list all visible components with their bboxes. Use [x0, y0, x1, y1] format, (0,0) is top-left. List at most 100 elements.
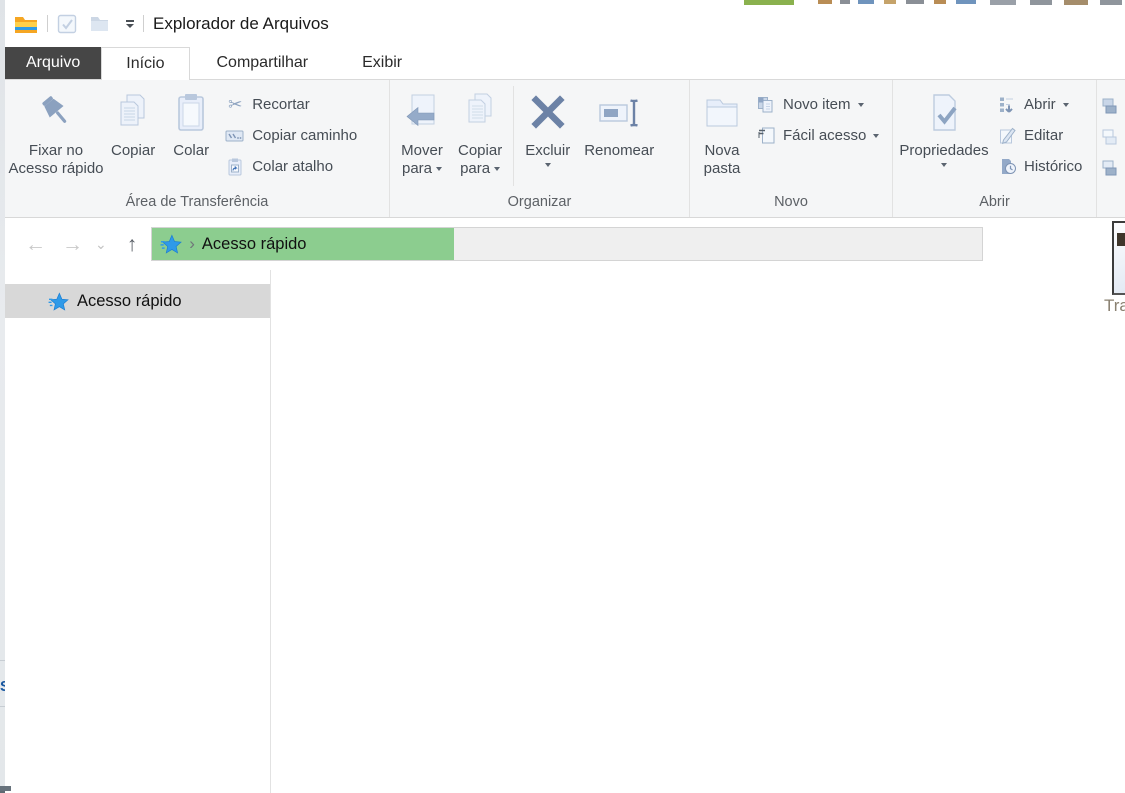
new-item-icon	[756, 95, 776, 114]
content-area: Acesso rápido	[5, 270, 1125, 793]
clipped-popup-content	[1117, 233, 1125, 246]
select-none-button[interactable]	[1097, 122, 1124, 153]
tab-exibir[interactable]: Exibir	[335, 47, 429, 79]
back-button[interactable]: ←	[25, 234, 46, 255]
history-icon	[997, 157, 1017, 176]
move-to-button[interactable]: Mover para	[393, 80, 451, 178]
group-label-organize: Organizar	[507, 194, 572, 210]
forward-button[interactable]: →	[62, 234, 83, 255]
group-label-clipboard: Área de Transferência	[125, 194, 269, 210]
ribbon-group-clipboard: Fixar no Acesso rápido Copiar Colar ✂ Re…	[5, 80, 390, 217]
navigation-bar: ← → ⌄ ↑ › Acesso rápido	[5, 218, 1125, 270]
divider	[513, 86, 515, 186]
ribbon: Fixar no Acesso rápido Copiar Colar ✂ Re…	[5, 80, 1125, 218]
new-item-button[interactable]: Novo item	[751, 89, 889, 120]
divider	[143, 15, 144, 32]
dropdown-arrow-icon	[941, 163, 947, 167]
paste-shortcut-icon	[225, 157, 245, 176]
dropdown-arrow-icon	[494, 167, 501, 171]
copy-icon	[111, 87, 155, 139]
address-bar[interactable]: › Acesso rápido	[151, 227, 984, 261]
delete-icon	[526, 87, 570, 139]
delete-button[interactable]: Excluir	[518, 80, 577, 167]
qat-customize-dropdown-icon[interactable]	[126, 19, 134, 28]
clipped-label-fragment: Tra	[1104, 296, 1125, 315]
rename-button[interactable]: Renomear	[577, 80, 661, 160]
paste-button[interactable]: Colar	[162, 80, 220, 160]
scissors-icon: ✂	[228, 94, 243, 114]
dropdown-arrow-icon	[436, 167, 443, 171]
copy-button[interactable]: Copiar	[104, 80, 162, 160]
edit-button[interactable]: Editar	[992, 120, 1092, 151]
sidebar-item-quick-access[interactable]: Acesso rápido	[5, 284, 270, 318]
dropdown-arrow-icon	[544, 163, 551, 167]
new-folder-button[interactable]: Nova pasta	[693, 80, 751, 178]
open-small-buttons: Abrir Editar Histórico	[992, 80, 1092, 182]
clipboard-small-buttons: ✂ Recortar Copiar caminho Colar atalho	[220, 80, 367, 182]
clipped-popup-fragment	[1112, 221, 1125, 295]
window-title: Explorador de Arquivos	[153, 13, 329, 33]
open-icon	[997, 95, 1017, 114]
dropdown-arrow-icon	[1062, 102, 1069, 107]
new-small-buttons: Novo item Fácil acesso	[751, 80, 889, 151]
title-bar: Explorador de Arquivos	[5, 0, 1125, 47]
breadcrumb-chevron-icon[interactable]: ›	[189, 235, 195, 252]
sidebar-item-label: Acesso rápido	[77, 291, 182, 310]
clipped-top-content	[0, 0, 1125, 6]
dropdown-arrow-icon	[857, 102, 864, 107]
paste-icon	[169, 87, 213, 139]
properties-button[interactable]: Propriedades	[896, 80, 992, 167]
paste-shortcut-button[interactable]: Colar atalho	[220, 151, 367, 182]
invert-selection-icon	[1102, 159, 1121, 178]
open-button[interactable]: Abrir	[992, 89, 1092, 120]
tab-arquivo[interactable]: Arquivo	[5, 47, 102, 79]
ribbon-group-organize: Mover para Copiar para Excluir Renomear …	[390, 80, 690, 217]
easy-access-icon	[756, 126, 776, 145]
copy-to-button[interactable]: Copiar para	[451, 80, 509, 178]
select-all-button[interactable]	[1097, 91, 1124, 122]
background-fragment	[0, 786, 11, 791]
divider	[0, 706, 5, 707]
cut-button[interactable]: ✂ Recortar	[220, 89, 367, 120]
divider	[0, 660, 5, 661]
explorer-app-icon[interactable]	[14, 14, 38, 34]
tab-compartilhar[interactable]: Compartilhar	[190, 47, 336, 79]
qat-properties-icon[interactable]	[57, 14, 77, 34]
tab-inicio[interactable]: Início	[101, 47, 190, 80]
quick-access-star-icon	[160, 234, 183, 254]
select-none-icon	[1102, 128, 1121, 147]
breadcrumb-root[interactable]: Acesso rápido	[202, 235, 307, 254]
background-window-letter: S	[0, 678, 5, 698]
move-to-icon	[400, 87, 444, 139]
screen: S	[0, 0, 1125, 793]
qat-new-folder-icon[interactable]	[90, 15, 109, 32]
navigation-pane: Acesso rápido	[5, 270, 271, 793]
select-all-icon	[1102, 97, 1121, 116]
recent-locations-dropdown[interactable]: ⌄	[95, 237, 107, 251]
invert-selection-button[interactable]	[1097, 153, 1124, 184]
copy-path-icon	[225, 126, 245, 145]
quick-access-toolbar	[57, 14, 134, 34]
copy-to-icon	[458, 87, 502, 139]
easy-access-button[interactable]: Fácil acesso	[751, 120, 889, 151]
group-label-open: Abrir	[979, 194, 1010, 210]
rename-icon	[597, 87, 641, 139]
breadcrumb: › Acesso rápido	[152, 228, 306, 260]
history-button[interactable]: Histórico	[992, 151, 1092, 182]
group-label-new: Novo	[774, 194, 808, 210]
file-list-area[interactable]	[271, 270, 1125, 793]
ribbon-group-new: Nova pasta Novo item Fácil acesso Novo	[690, 80, 893, 217]
pin-icon	[34, 87, 78, 139]
quick-access-star-icon	[48, 291, 69, 311]
copy-path-button[interactable]: Copiar caminho	[220, 120, 367, 151]
pin-to-quick-access-button[interactable]: Fixar no Acesso rápido	[8, 80, 104, 178]
background-window-edge: S	[0, 0, 5, 793]
up-button[interactable]: ↑	[127, 234, 138, 255]
ribbon-tab-bar: Arquivo Início Compartilhar Exibir	[5, 47, 1125, 80]
explorer-window: Explorador de Arquivos Arquivo Início Co…	[5, 0, 1125, 793]
edit-icon	[997, 126, 1017, 145]
dropdown-arrow-icon	[873, 133, 880, 138]
ribbon-group-select-partial	[1097, 80, 1124, 217]
divider	[47, 15, 48, 32]
properties-icon	[922, 87, 966, 139]
